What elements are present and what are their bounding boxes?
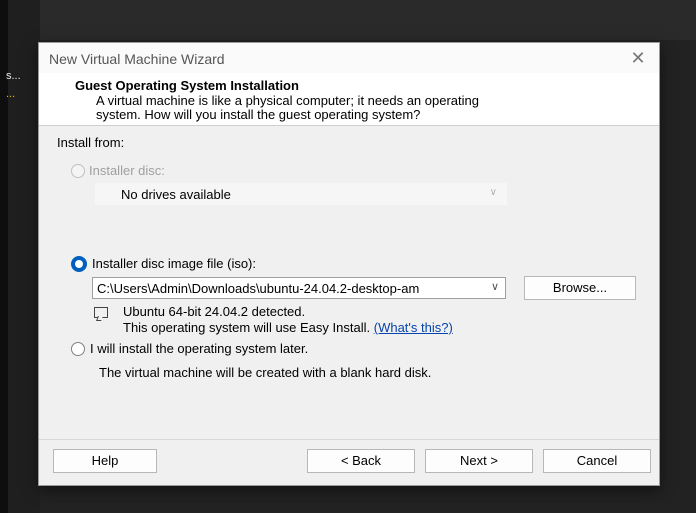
browse-button[interactable]: Browse... <box>524 276 636 300</box>
footer-divider <box>39 439 659 440</box>
page-description: A virtual machine is like a physical com… <box>96 94 616 122</box>
close-icon[interactable]: ✕ <box>627 47 649 69</box>
easy-install-note: This operating system will use Easy Inst… <box>123 320 453 335</box>
new-vm-wizard-dialog: New Virtual Machine Wizard ✕ Guest Opera… <box>38 42 660 486</box>
dialog-titlebar: New Virtual Machine Wizard ✕ <box>39 43 659 73</box>
install-from-label: Install from: <box>57 135 125 150</box>
drives-select-value: No drives available <box>121 187 231 202</box>
background-sidebar-item[interactable]: ... <box>6 88 15 100</box>
page-description-line: A virtual machine is like a physical com… <box>96 93 479 108</box>
iso-path-combobox[interactable]: C:\Users\Admin\Downloads\ubuntu-24.04.2-… <box>92 277 506 299</box>
dialog-title: New Virtual Machine Wizard <box>49 51 225 67</box>
page-description-line: system. How will you install the guest o… <box>96 107 421 122</box>
drives-select[interactable]: No drives available ∨ <box>95 183 507 205</box>
info-speech-bubble-icon <box>94 307 108 318</box>
installer-disc-label: Installer disc: <box>89 163 165 178</box>
iso-path-value[interactable]: C:\Users\Admin\Downloads\ubuntu-24.04.2-… <box>97 281 483 296</box>
chevron-down-icon[interactable]: ∨ <box>491 280 499 293</box>
easy-install-text: This operating system will use Easy Inst… <box>123 320 371 335</box>
background-header <box>40 0 696 40</box>
cancel-button[interactable]: Cancel <box>543 449 651 473</box>
whats-this-link[interactable]: (What's this?) <box>374 320 453 335</box>
help-button[interactable]: Help <box>53 449 157 473</box>
blank-disk-note: The virtual machine will be created with… <box>99 365 432 380</box>
back-button[interactable]: < Back <box>307 449 415 473</box>
background-sidebar-item[interactable]: s... <box>6 70 21 82</box>
installer-disc-radio[interactable] <box>71 164 85 178</box>
page-title: Guest Operating System Installation <box>75 78 299 93</box>
install-later-label: I will install the operating system late… <box>90 341 309 356</box>
install-later-radio[interactable] <box>71 342 85 356</box>
wizard-header: Guest Operating System Installation A vi… <box>39 73 659 126</box>
chevron-down-icon: ∨ <box>489 187 497 198</box>
next-button[interactable]: Next > <box>425 449 533 473</box>
iso-label: Installer disc image file (iso): <box>92 256 256 271</box>
iso-radio[interactable] <box>71 256 87 272</box>
os-detected-text: Ubuntu 64-bit 24.04.2 detected. <box>123 304 306 319</box>
